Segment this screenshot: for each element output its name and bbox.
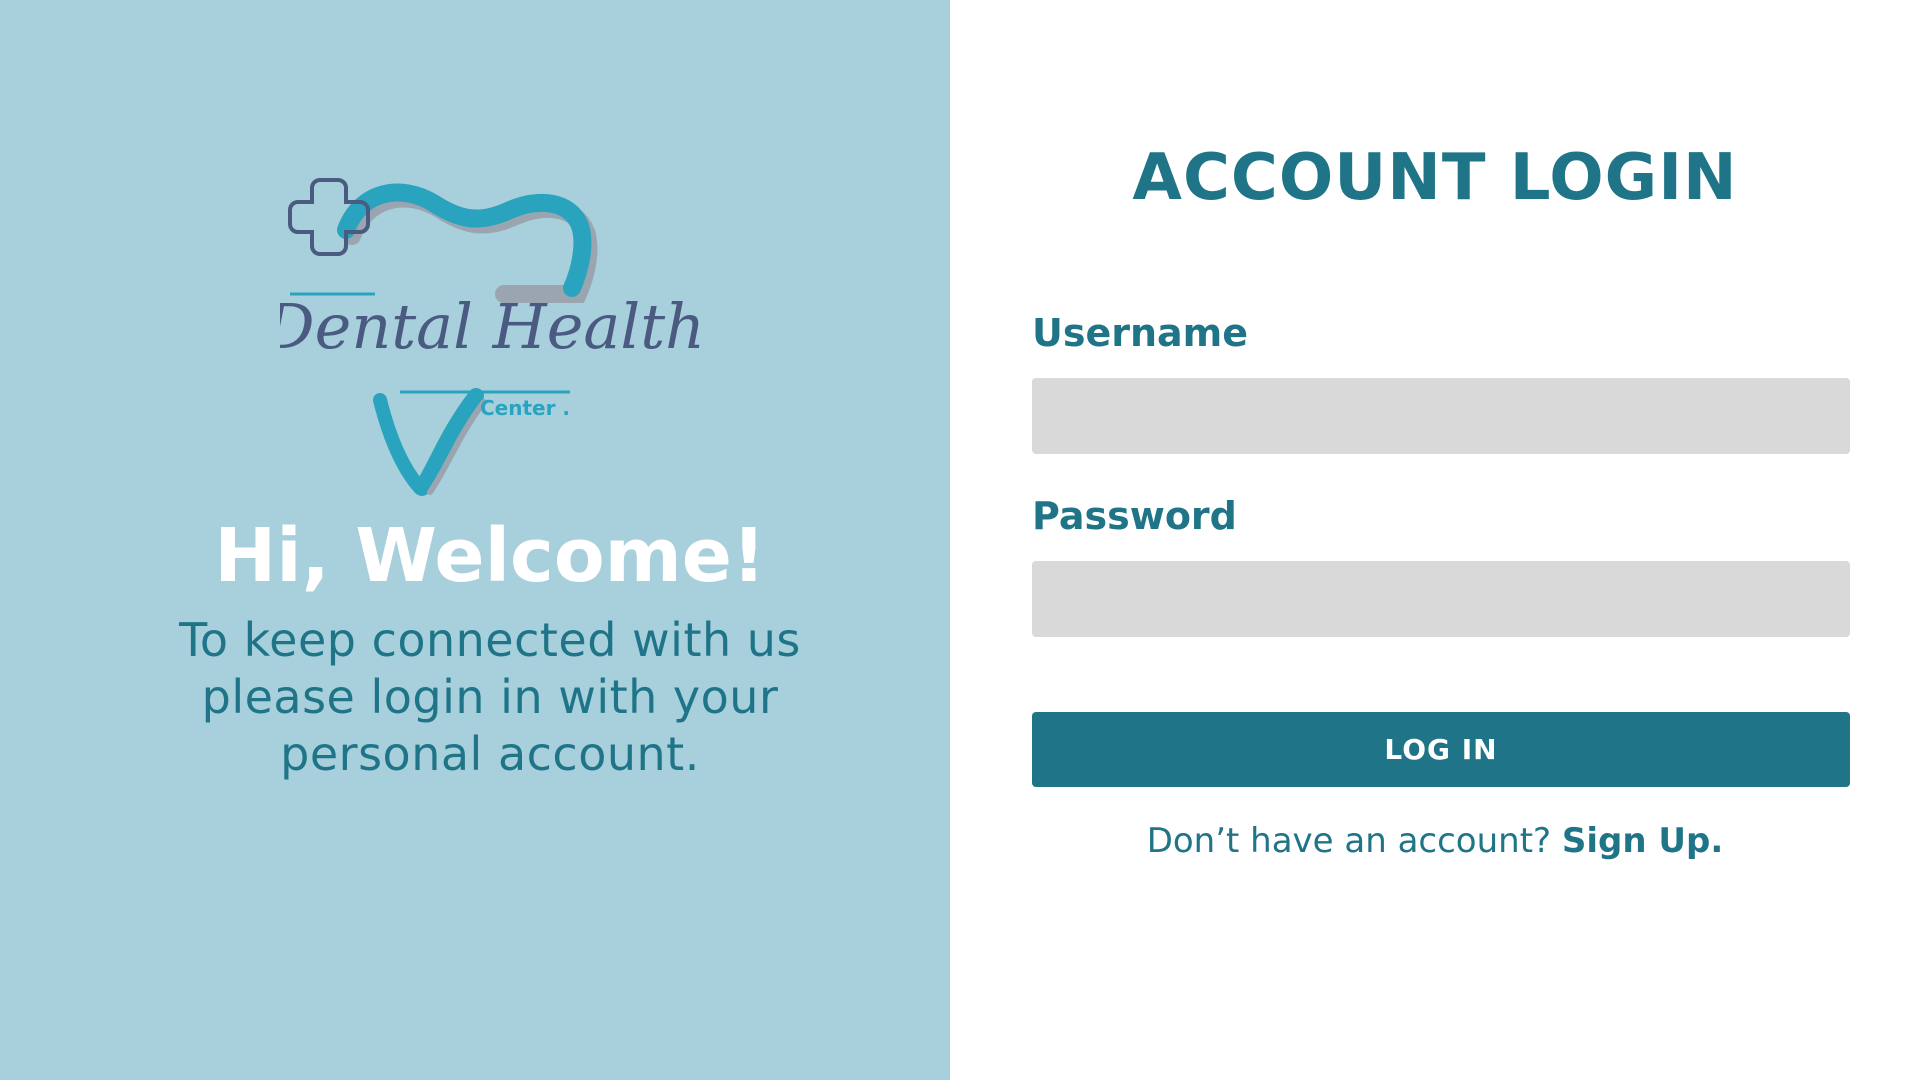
login-page: Dental Health Center . Hi, Welcome! To k… (0, 0, 1920, 1080)
password-input[interactable] (1032, 561, 1850, 637)
welcome-title: Hi, Welcome! (214, 513, 766, 599)
welcome-message: To keep connected with us please login i… (179, 613, 801, 781)
username-input[interactable] (1032, 378, 1850, 454)
log-in-button[interactable]: LOG IN (1032, 712, 1850, 787)
sign-up-link[interactable]: Sign Up. (1562, 821, 1723, 861)
logo-subtext: Center . (480, 396, 570, 420)
dental-health-logo: Dental Health Center . (264, 170, 705, 510)
password-label: Password (1032, 494, 1237, 538)
username-label: Username (1032, 311, 1249, 355)
signup-prompt-text: Don’t have an account? (1146, 821, 1552, 861)
logo-script-text: Dental Health (280, 290, 700, 363)
welcome-panel: Dental Health Center . Hi, Welcome! To k… (0, 0, 950, 1080)
signup-prompt-line: Don’t have an account? Sign Up. (950, 818, 1920, 864)
account-login-title: ACCOUNT LOGIN (1132, 141, 1738, 215)
